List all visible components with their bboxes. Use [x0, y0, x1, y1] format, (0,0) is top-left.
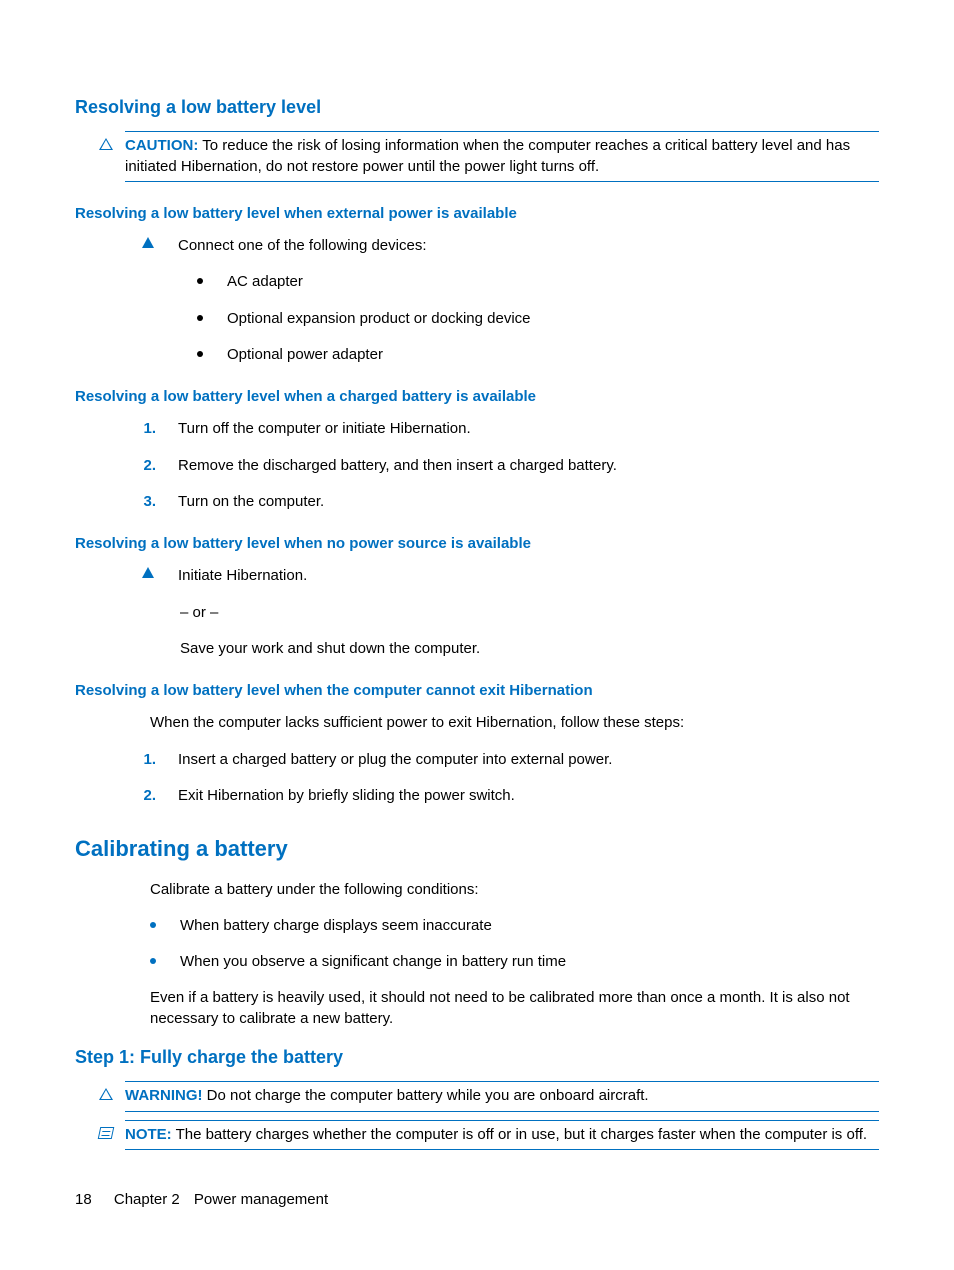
note-icon — [97, 1125, 115, 1139]
tail-text: Even if a battery is heavily used, it sh… — [150, 988, 879, 1029]
bullet-icon — [150, 958, 156, 964]
warning-callout: WARNING! Do not charge the computer batt… — [125, 1081, 879, 1111]
bullet-icon — [197, 351, 203, 357]
intro-text: Calibrate a battery under the following … — [150, 880, 879, 900]
chapter-title: Power management — [194, 1191, 328, 1208]
bullet-icon — [197, 315, 203, 321]
caution-label: CAUTION: — [125, 137, 198, 154]
intro-text: When the computer lacks sufficient power… — [150, 713, 879, 733]
ordered-item-text: Turn off the computer or initiate Hibern… — [178, 419, 471, 439]
step-number: 1. — [140, 750, 156, 770]
list-item: Optional power adapter — [197, 345, 879, 365]
step-number: 3. — [140, 492, 156, 512]
ordered-item: 2. Exit Hibernation by briefly sliding th… — [140, 786, 879, 806]
list-item-text: When battery charge displays seem inaccu… — [180, 916, 492, 936]
step-text: Save your work and shut down the compute… — [180, 639, 879, 659]
subheading-external-power: Resolving a low battery level when exter… — [75, 204, 879, 224]
caution-callout: CAUTION: To reduce the risk of losing in… — [125, 131, 879, 182]
bullet-icon — [197, 278, 203, 284]
chapter-label: Chapter 2 — [114, 1191, 180, 1208]
list-item: When you observe a significant change in… — [150, 952, 879, 972]
step-number: 2. — [140, 786, 156, 806]
list-item-text: AC adapter — [227, 272, 303, 292]
ordered-item-text: Turn on the computer. — [178, 492, 324, 512]
step-number: 2. — [140, 456, 156, 476]
step-text: Initiate Hibernation. — [178, 566, 879, 586]
heading-calibrating-battery: Calibrating a battery — [75, 834, 879, 864]
step-number: 1. — [140, 419, 156, 439]
page-footer: 18 Chapter 2 Power management — [75, 1190, 328, 1210]
page-number: 18 — [75, 1191, 92, 1208]
list-item-text: Optional power adapter — [227, 345, 383, 365]
subheading-no-power: Resolving a low battery level when no po… — [75, 534, 879, 554]
subheading-cannot-exit-hibernation: Resolving a low battery level when the c… — [75, 681, 879, 701]
ordered-item-text: Exit Hibernation by briefly sliding the … — [178, 786, 515, 806]
step-row: Initiate Hibernation. — [140, 566, 879, 586]
list-item: AC adapter — [197, 272, 879, 292]
ordered-item: 1. Turn off the computer or initiate Hibe… — [140, 419, 879, 439]
step-lead-text: Connect one of the following devices: — [178, 236, 879, 256]
or-text: – or – — [180, 603, 879, 623]
warning-text: Do not charge the computer battery while… — [207, 1087, 649, 1104]
note-label: NOTE: — [125, 1126, 172, 1143]
bullet-icon — [150, 922, 156, 928]
list-item-text: Optional expansion product or docking de… — [227, 309, 531, 329]
subheading-charged-battery: Resolving a low battery level when a cha… — [75, 387, 879, 407]
note-text: The battery charges whether the computer… — [176, 1126, 867, 1143]
list-item-text: When you observe a significant change in… — [180, 952, 566, 972]
warning-icon — [97, 1086, 115, 1100]
heading-resolving-low-battery: Resolving a low battery level — [75, 95, 879, 119]
ordered-item-text: Remove the discharged battery, and then … — [178, 456, 617, 476]
warning-label: WARNING! — [125, 1087, 203, 1104]
ordered-item: 1. Insert a charged battery or plug the c… — [140, 750, 879, 770]
ordered-item: 3. Turn on the computer. — [140, 492, 879, 512]
step-row: Connect one of the following devices: — [140, 236, 879, 256]
list-item: When battery charge displays seem inaccu… — [150, 916, 879, 936]
note-callout: NOTE: The battery charges whether the co… — [125, 1120, 879, 1150]
ordered-item: 2. Remove the discharged battery, and the… — [140, 456, 879, 476]
list-item: Optional expansion product or docking de… — [197, 309, 879, 329]
caution-icon — [97, 136, 115, 150]
caution-text: To reduce the risk of losing information… — [125, 137, 850, 174]
ordered-item-text: Insert a charged battery or plug the com… — [178, 750, 612, 770]
heading-step1-fully-charge: Step 1: Fully charge the battery — [75, 1045, 879, 1069]
triangle-bullet-icon — [140, 566, 156, 578]
triangle-bullet-icon — [140, 236, 156, 248]
